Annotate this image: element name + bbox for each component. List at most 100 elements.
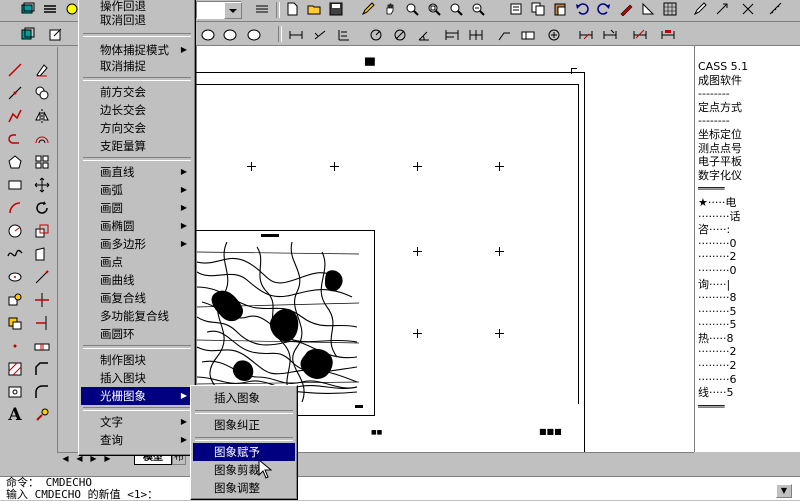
menu-item[interactable]: 前方交会: [81, 83, 193, 101]
submenu-item[interactable]: 插入图象: [193, 389, 295, 407]
insert-block-icon[interactable]: [4, 289, 26, 311]
polyline-icon[interactable]: [4, 105, 26, 127]
rotate-icon[interactable]: [31, 197, 53, 219]
menu-item[interactable]: 画多边形 ▶: [81, 235, 193, 253]
copy-object-icon[interactable]: [31, 82, 53, 104]
ortho-icon[interactable]: [712, 0, 732, 18]
zoom-window-icon[interactable]: [424, 0, 444, 18]
leader-icon[interactable]: [494, 26, 514, 44]
snap-circle-1-icon[interactable]: [198, 26, 218, 44]
explode-object-icon[interactable]: [31, 404, 53, 426]
screen-menu-line[interactable]: ·········2: [698, 345, 800, 359]
undo-arc-icon[interactable]: [4, 128, 26, 150]
hatch-icon[interactable]: [4, 358, 26, 380]
point-icon[interactable]: [4, 335, 26, 357]
screen-menu-line[interactable]: CASS 5.1: [698, 60, 800, 74]
menu-item[interactable]: 画复合线: [81, 289, 193, 307]
text-icon[interactable]: A: [4, 404, 26, 426]
screen-menu-line[interactable]: ·········5: [698, 318, 800, 332]
screen-menu-line[interactable]: 询·····|: [698, 278, 800, 292]
screen-menu-line[interactable]: 坐标定位: [698, 128, 800, 142]
continue-dimension-icon[interactable]: [466, 26, 486, 44]
baseline-dimension-icon[interactable]: [442, 26, 462, 44]
menu-item[interactable]: 画曲线: [81, 271, 193, 289]
erase-icon[interactable]: [31, 59, 53, 81]
screen-menu-line[interactable]: ★·····电: [698, 196, 800, 210]
break-icon[interactable]: [31, 335, 53, 357]
screen-menu-line[interactable]: ·········5: [698, 305, 800, 319]
menu-item[interactable]: 查询 ▶: [81, 431, 193, 449]
command-scroll-arrow[interactable]: ▼: [776, 484, 792, 498]
screen-menu-line[interactable]: ════: [698, 400, 800, 414]
screen-menu-line[interactable]: ·········话: [698, 210, 800, 224]
edit-pen-icon[interactable]: [690, 0, 710, 18]
command-window[interactable]: 命令： CMDECHO 输入 CMDECHO 的新值 <1>：: [0, 477, 800, 500]
match-properties-icon[interactable]: [616, 0, 636, 18]
snap-circle-3-icon[interactable]: [244, 26, 264, 44]
grid-snap-icon[interactable]: [660, 0, 680, 18]
screen-menu-line[interactable]: ·········2: [698, 359, 800, 373]
menu-item[interactable]: 画点: [81, 253, 193, 271]
make-block-icon[interactable]: [4, 312, 26, 334]
dimension-update-icon[interactable]: [630, 26, 650, 44]
menu-item[interactable]: 取消回退: [81, 11, 193, 29]
screen-menu-line[interactable]: 线·····5: [698, 386, 800, 400]
pencil-icon[interactable]: [358, 0, 378, 18]
spline-icon[interactable]: [4, 243, 26, 265]
tab-first-arrow[interactable]: ◀: [60, 454, 71, 464]
dimension-edit-icon[interactable]: [576, 26, 596, 44]
save-icon[interactable]: [326, 0, 346, 18]
submenu-item[interactable]: 图象赋予: [193, 443, 295, 461]
layers-stack-icon[interactable]: [40, 0, 60, 18]
dimension-icon[interactable]: [638, 0, 658, 18]
aligned-dimension-icon[interactable]: [310, 26, 330, 44]
screen-menu-line[interactable]: 热·····8: [698, 332, 800, 346]
pan-hand-icon[interactable]: [380, 0, 400, 18]
screen-menu-line[interactable]: 电子平板: [698, 155, 800, 169]
menu-item[interactable]: 画椭圆 ▶: [81, 217, 193, 235]
center-mark-icon[interactable]: [544, 26, 564, 44]
fillet-icon[interactable]: [31, 381, 53, 403]
menu-item[interactable]: 文字 ▶: [81, 413, 193, 431]
screen-menu-line[interactable]: ·········0: [698, 264, 800, 278]
arc-icon[interactable]: [4, 197, 26, 219]
layer-dropdown-arrow[interactable]: [224, 2, 242, 19]
offset-icon[interactable]: [31, 128, 53, 150]
menu-item[interactable]: 画弧 ▶: [81, 181, 193, 199]
copy-icon[interactable]: [528, 0, 548, 18]
trim-icon[interactable]: [31, 289, 53, 311]
zoom-realtime-icon[interactable]: [402, 0, 422, 18]
layer-icon[interactable]: [18, 0, 38, 18]
screen-menu-line[interactable]: --------: [698, 87, 800, 101]
menu-item[interactable]: 画圆 ▶: [81, 199, 193, 217]
menu-item[interactable]: 画直线 ▶: [81, 163, 193, 181]
dimension-text-edit-icon[interactable]: [600, 26, 620, 44]
screen-menu-line[interactable]: 定点方式: [698, 101, 800, 115]
circle-icon[interactable]: [4, 220, 26, 242]
screen-menu-line[interactable]: ·········2: [698, 250, 800, 264]
menu-item[interactable]: 制作图块: [81, 351, 193, 369]
menu-item[interactable]: 方向交会: [81, 119, 193, 137]
submenu-item[interactable]: 图象剪裁: [193, 461, 295, 479]
linetype-icon[interactable]: [252, 0, 272, 18]
stretch-icon[interactable]: [31, 243, 53, 265]
rectangle-icon[interactable]: [4, 174, 26, 196]
explode-icon[interactable]: [738, 0, 758, 18]
screen-menu-line[interactable]: ════: [698, 182, 800, 196]
chamfer-icon[interactable]: [31, 358, 53, 380]
angular-dimension-icon[interactable]: [414, 26, 434, 44]
edit-icon[interactable]: [46, 25, 66, 43]
dimension-style-icon[interactable]: [658, 26, 678, 44]
diameter-dimension-icon[interactable]: [390, 26, 410, 44]
ordinate-dimension-icon[interactable]: [334, 26, 354, 44]
redo-icon[interactable]: [594, 0, 614, 18]
menu-item[interactable]: 取消捕捉: [81, 57, 193, 75]
menu-item[interactable]: 边长交会: [81, 101, 193, 119]
menu-item[interactable]: 多功能复合线: [81, 307, 193, 325]
scale-icon[interactable]: [31, 220, 53, 242]
polygon-icon[interactable]: [4, 151, 26, 173]
region-icon[interactable]: [4, 381, 26, 403]
submenu-item[interactable]: 图象调整: [193, 479, 295, 497]
extend-icon[interactable]: [31, 312, 53, 334]
menu-item[interactable]: 支距量算: [81, 137, 193, 155]
